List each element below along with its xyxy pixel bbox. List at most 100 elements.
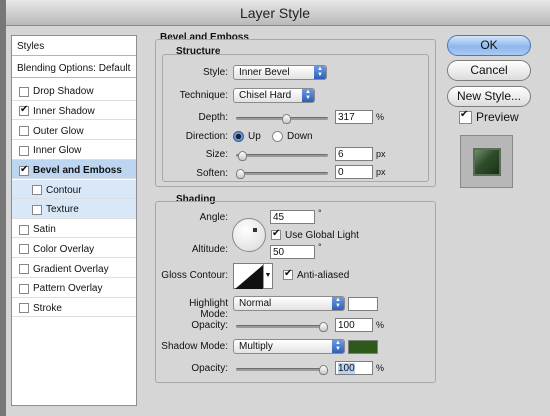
gloss-contour-picker[interactable]: ▼ <box>233 263 273 289</box>
contour-dropdown-icon[interactable]: ▼ <box>263 264 272 288</box>
style-item-texture[interactable]: Texture <box>12 199 136 219</box>
angle-value: 45 <box>273 212 285 223</box>
antialiased-label: Anti-aliased <box>297 270 350 281</box>
style-item-label: Texture <box>46 204 79 216</box>
shadow-opacity-value: 100 <box>338 363 355 374</box>
style-item-label: Pattern Overlay <box>33 283 103 295</box>
highlight-opacity-unit: % <box>376 320 385 330</box>
style-item-outer-glow[interactable]: Outer Glow <box>12 120 136 140</box>
style-item-checkbox[interactable] <box>32 185 42 196</box>
popup-arrows-icon: ▲ ▼ <box>332 297 344 310</box>
style-popup[interactable]: Inner Bevel ▲ ▼ <box>233 65 327 80</box>
direction-up-label: Up <box>248 131 261 142</box>
style-item-label: Stroke <box>33 302 62 314</box>
angle-dial[interactable] <box>232 218 266 252</box>
depth-slider[interactable] <box>236 114 328 124</box>
style-item-checkbox[interactable] <box>19 164 29 176</box>
depth-input[interactable]: 317 <box>335 110 373 124</box>
style-item-label: Inner Glow <box>33 145 82 157</box>
shading-box <box>155 201 436 383</box>
style-item-checkbox[interactable] <box>19 145 29 156</box>
angle-indicator-icon <box>253 228 257 232</box>
style-item-checkbox[interactable] <box>19 224 29 235</box>
style-item-gradient-overlay[interactable]: Gradient Overlay <box>12 258 136 278</box>
preview-thumbnail <box>460 135 513 188</box>
soften-value: 0 <box>338 167 344 178</box>
direction-up-radio[interactable] <box>233 131 244 142</box>
depth-label: Depth: <box>198 112 228 123</box>
style-item-checkbox[interactable] <box>19 264 29 275</box>
preview-label: Preview <box>476 110 519 124</box>
style-item-stroke[interactable]: Stroke <box>12 298 136 318</box>
style-item-pattern-overlay[interactable]: Pattern Overlay <box>12 278 136 298</box>
style-item-label: Satin <box>33 224 56 236</box>
preview-swatch <box>473 148 501 176</box>
direction-down-label: Down <box>287 131 313 142</box>
highlight-opacity-knob[interactable] <box>319 322 328 332</box>
style-item-checkbox[interactable] <box>19 86 29 97</box>
style-item-checkbox[interactable] <box>19 283 29 294</box>
style-item-color-overlay[interactable]: Color Overlay <box>12 239 136 259</box>
shadow-opacity-knob[interactable] <box>319 365 328 375</box>
soften-slider[interactable] <box>236 169 328 179</box>
style-value: Inner Bevel <box>239 67 290 78</box>
highlight-opacity-input[interactable]: 100 <box>335 318 373 332</box>
shadow-color-swatch[interactable] <box>348 340 378 354</box>
highlight-color-swatch[interactable] <box>348 297 378 311</box>
global-light-checkbox[interactable] <box>271 228 281 240</box>
size-slider-knob[interactable] <box>238 151 247 161</box>
soften-input[interactable]: 0 <box>335 165 373 179</box>
layer-style-dialog: Layer Style Styles Blending Options: Def… <box>0 0 550 416</box>
technique-popup[interactable]: Chisel Hard ▲ ▼ <box>233 88 315 103</box>
style-item-label: Drop Shadow <box>33 86 94 98</box>
style-item-inner-glow[interactable]: Inner Glow <box>12 140 136 160</box>
new-style-button[interactable]: New Style... <box>447 86 531 107</box>
altitude-input[interactable]: 50 <box>270 245 315 259</box>
style-item-inner-shadow[interactable]: Inner Shadow <box>12 101 136 121</box>
popup-arrows-icon: ▲ ▼ <box>302 89 314 102</box>
style-item-satin[interactable]: Satin <box>12 219 136 239</box>
highlight-opacity-slider[interactable] <box>236 322 328 332</box>
size-input[interactable]: 6 <box>335 147 373 161</box>
style-item-checkbox[interactable] <box>19 244 29 255</box>
style-item-checkbox[interactable] <box>19 104 29 117</box>
style-label: Style: <box>202 67 228 78</box>
blending-options-item[interactable]: Blending Options: Default <box>12 58 136 78</box>
angle-input[interactable]: 45 <box>270 210 315 224</box>
depth-slider-knob[interactable] <box>282 114 291 124</box>
ok-button[interactable]: OK <box>447 35 531 56</box>
altitude-label: Altitude: <box>191 244 228 255</box>
direction-down-radio[interactable] <box>272 131 283 142</box>
style-item-label: Contour <box>46 184 82 196</box>
shadow-opacity-slider[interactable] <box>236 365 328 375</box>
angle-unit: ° <box>318 208 322 218</box>
soften-unit: px <box>376 167 386 177</box>
style-item-checkbox[interactable] <box>32 204 42 215</box>
shadow-mode-value: Multiply <box>239 341 273 352</box>
antialiased-checkbox[interactable] <box>283 268 293 280</box>
highlight-mode-popup[interactable]: Normal ▲ ▼ <box>233 296 345 311</box>
style-item-drop-shadow[interactable]: Drop Shadow <box>12 81 136 101</box>
preview-checkbox[interactable] <box>459 109 472 124</box>
style-item-checkbox[interactable] <box>19 303 29 314</box>
soften-slider-knob[interactable] <box>236 169 245 179</box>
title-bar[interactable]: Layer Style <box>0 0 550 26</box>
styles-header[interactable]: Styles <box>12 36 136 56</box>
blending-options-label: Blending Options: Default <box>17 63 131 74</box>
shadow-opacity-label: Opacity: <box>191 363 228 374</box>
size-slider[interactable] <box>236 151 328 161</box>
depth-value: 317 <box>338 112 355 123</box>
style-item-checkbox[interactable] <box>19 126 29 137</box>
cancel-button[interactable]: Cancel <box>447 60 531 81</box>
shadow-mode-popup[interactable]: Multiply ▲ ▼ <box>233 339 345 354</box>
style-item-contour[interactable]: Contour <box>12 179 136 200</box>
style-item-bevel-and-emboss[interactable]: Bevel and Emboss <box>12 159 136 180</box>
angle-label: Angle: <box>199 212 228 223</box>
shadow-opacity-input[interactable]: 100 <box>335 361 373 375</box>
global-light-label: Use Global Light <box>285 230 359 241</box>
style-item-label: Color Overlay <box>33 243 95 255</box>
styles-header-label: Styles <box>17 41 45 52</box>
style-item-label: Inner Shadow <box>33 105 95 117</box>
shadow-opacity-unit: % <box>376 363 385 373</box>
size-unit: px <box>376 149 386 159</box>
